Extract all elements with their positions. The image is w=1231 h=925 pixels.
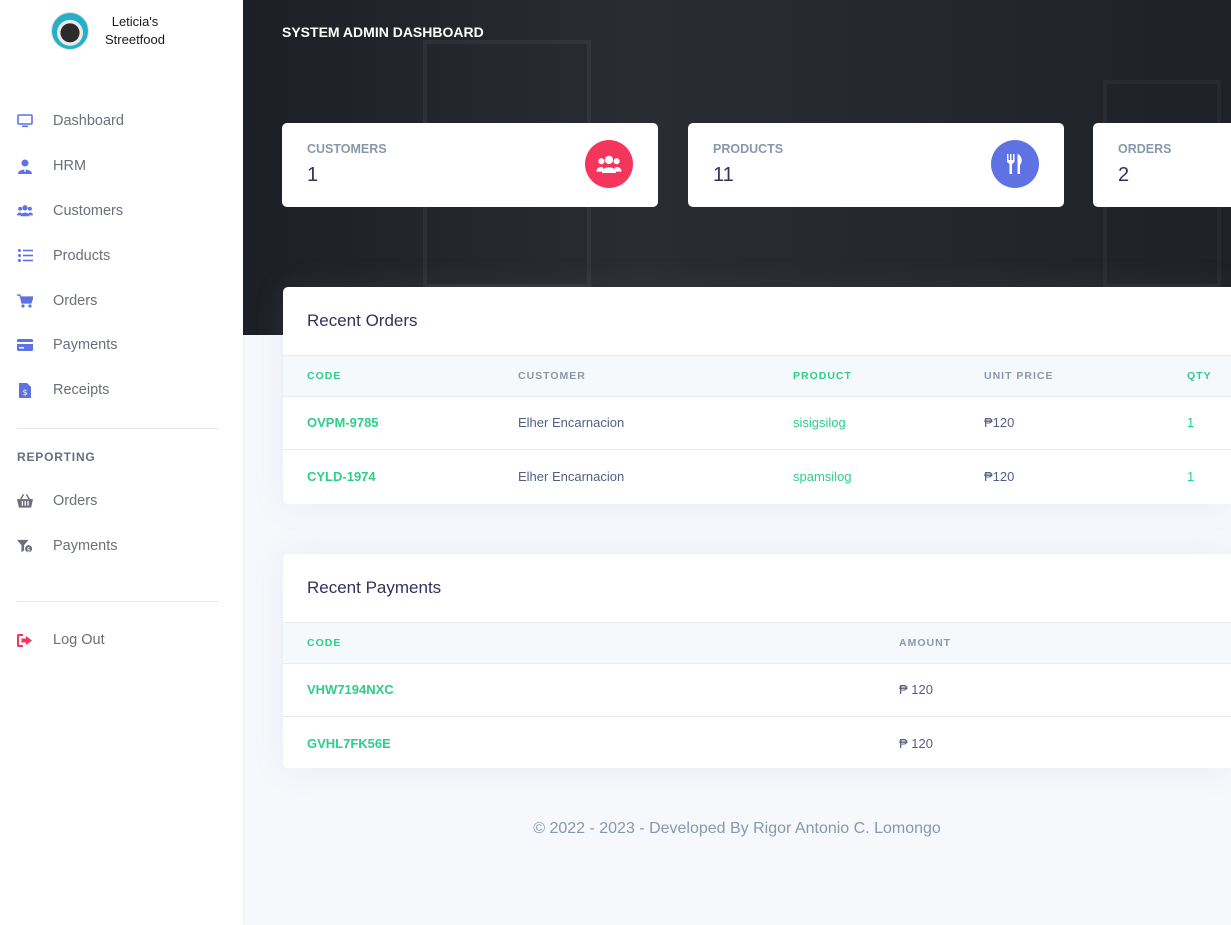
- sidebar-item-receipts[interactable]: $ Receipts: [0, 368, 243, 413]
- sidebar-item-label: HRM: [53, 158, 87, 175]
- reporting-nav: Orders $ Payments: [0, 479, 243, 569]
- table-row[interactable]: CYLD-1974 Elher Encarnacion spamsilog ₱1…: [283, 449, 1231, 504]
- recent-orders-table: CODE CUSTOMER PRODUCT UNIT PRICE QTY OVP…: [283, 356, 1231, 503]
- stat-value: 2: [1118, 164, 1130, 186]
- receipt-icon: $: [17, 382, 33, 398]
- payment-code[interactable]: GVHL7FK56E: [283, 717, 875, 769]
- stat-label: PRODUCTS: [713, 142, 784, 156]
- order-product: sisigsilog: [793, 415, 846, 431]
- svg-text:$: $: [22, 388, 27, 397]
- sidebar-item-report-payments[interactable]: $ Payments: [0, 524, 243, 569]
- basket-icon: [17, 493, 33, 509]
- column-header-product[interactable]: PRODUCT: [769, 356, 960, 396]
- funnel-dollar-icon: $: [17, 538, 33, 554]
- sidebar-item-report-orders[interactable]: Orders: [0, 479, 243, 524]
- recent-orders-title: Recent Orders: [283, 287, 1231, 356]
- brand-logo: [51, 12, 89, 50]
- recent-orders-card: Recent Orders CODE CUSTOMER PRODUCT UNIT…: [283, 287, 1231, 504]
- svg-text:$: $: [27, 546, 31, 553]
- stat-card-customers[interactable]: CUSTOMERS 1: [282, 123, 658, 207]
- recent-payments-title: Recent Payments: [283, 554, 1231, 623]
- stat-card-products[interactable]: PRODUCTS 11: [688, 123, 1064, 207]
- logout-link[interactable]: Log Out: [0, 618, 243, 663]
- sidebar-item-label: Payments: [53, 337, 118, 354]
- payment-amount: ₱ 120: [899, 736, 933, 751]
- sidebar-item-label: Receipts: [53, 382, 110, 399]
- utensils-icon: [991, 140, 1039, 188]
- payment-amount: ₱ 120: [899, 682, 933, 698]
- column-header-qty[interactable]: QTY: [1163, 356, 1231, 396]
- brand-name: Leticia's Streetfood: [105, 14, 165, 47]
- sidebar-item-label: Orders: [53, 493, 98, 510]
- sidebar-divider: [17, 428, 219, 429]
- column-header-customer[interactable]: CUSTOMER: [494, 356, 769, 396]
- table-row[interactable]: OVPM-9785 Elher Encarnacion sisigsilog ₱…: [283, 396, 1231, 450]
- sidebar: Leticia's Streetfood Dashboard HRM Custo…: [0, 0, 243, 925]
- sidebar-item-label: Orders: [53, 292, 98, 309]
- order-unit-price: ₱120: [984, 469, 1015, 484]
- list-icon: [17, 248, 33, 264]
- table-row[interactable]: VHW7194NXC ₱ 120: [283, 663, 1231, 717]
- column-header-code[interactable]: CODE: [283, 356, 494, 396]
- sign-out-icon: [17, 632, 33, 648]
- stat-label: ORDERS: [1118, 142, 1172, 156]
- sidebar-divider: [17, 601, 219, 602]
- recent-payments-table: CODE AMOUNT VHW7194NXC ₱ 120 GVHL7FK56E …: [283, 623, 1231, 768]
- sidebar-item-label: Products: [53, 247, 111, 264]
- table-header-row: CODE CUSTOMER PRODUCT UNIT PRICE QTY: [283, 356, 1231, 396]
- stat-value: 11: [713, 164, 734, 186]
- header-banner: SYSTEM ADMIN DASHBOARD CUSTOMERS 1 PRODU…: [243, 0, 1231, 335]
- users-icon: [585, 140, 633, 188]
- sidebar-item-customers[interactable]: Customers: [0, 189, 243, 234]
- column-header-unit-price[interactable]: UNIT PRICE: [960, 356, 1163, 396]
- payment-code[interactable]: VHW7194NXC: [283, 663, 875, 717]
- sidebar-item-orders[interactable]: Orders: [0, 278, 243, 323]
- logout-label: Log Out: [53, 632, 105, 649]
- users-icon: [17, 203, 33, 219]
- logout-nav: Log Out: [0, 618, 243, 663]
- user-tie-icon: [17, 158, 33, 174]
- order-customer: Elher Encarnacion: [518, 469, 625, 484]
- order-qty: 1: [1187, 469, 1195, 484]
- order-code[interactable]: OVPM-9785: [283, 396, 494, 450]
- stat-card-orders[interactable]: ORDERS 2: [1093, 123, 1231, 207]
- footer-text: © 2022 - 2023 - Developed By Rigor Anton…: [533, 820, 941, 837]
- order-qty: 1: [1187, 415, 1195, 431]
- brand[interactable]: Leticia's Streetfood: [51, 12, 169, 50]
- sidebar-item-dashboard[interactable]: Dashboard: [0, 99, 243, 144]
- sidebar-nav: Dashboard HRM Customers Products Orders: [0, 99, 243, 413]
- order-code[interactable]: CYLD-1974: [283, 450, 494, 504]
- sidebar-item-label: Payments: [53, 538, 118, 555]
- table-row[interactable]: GVHL7FK56E ₱ 120: [283, 716, 1231, 769]
- column-header-code[interactable]: CODE: [283, 623, 875, 663]
- credit-card-icon: [17, 337, 33, 353]
- cart-icon: [17, 293, 33, 309]
- order-unit-price: ₱120: [984, 415, 1015, 431]
- sidebar-item-hrm[interactable]: HRM: [0, 144, 243, 189]
- sidebar-item-products[interactable]: Products: [0, 233, 243, 278]
- table-header-row: CODE AMOUNT: [283, 623, 1231, 663]
- stat-label: CUSTOMERS: [307, 142, 387, 156]
- order-product: spamsilog: [793, 469, 852, 484]
- sidebar-item-label: Customers: [53, 202, 124, 219]
- page-title: SYSTEM ADMIN DASHBOARD: [282, 24, 484, 40]
- column-header-amount[interactable]: AMOUNT: [875, 623, 1231, 663]
- stat-value: 1: [307, 164, 319, 186]
- recent-payments-card: Recent Payments CODE AMOUNT VHW7194NXC ₱…: [283, 554, 1231, 768]
- sidebar-item-label: Dashboard: [53, 113, 124, 130]
- sidebar-item-payments[interactable]: Payments: [0, 323, 243, 368]
- order-customer: Elher Encarnacion: [518, 415, 625, 431]
- reporting-heading: REPORTING: [17, 450, 96, 464]
- monitor-icon: [17, 113, 33, 129]
